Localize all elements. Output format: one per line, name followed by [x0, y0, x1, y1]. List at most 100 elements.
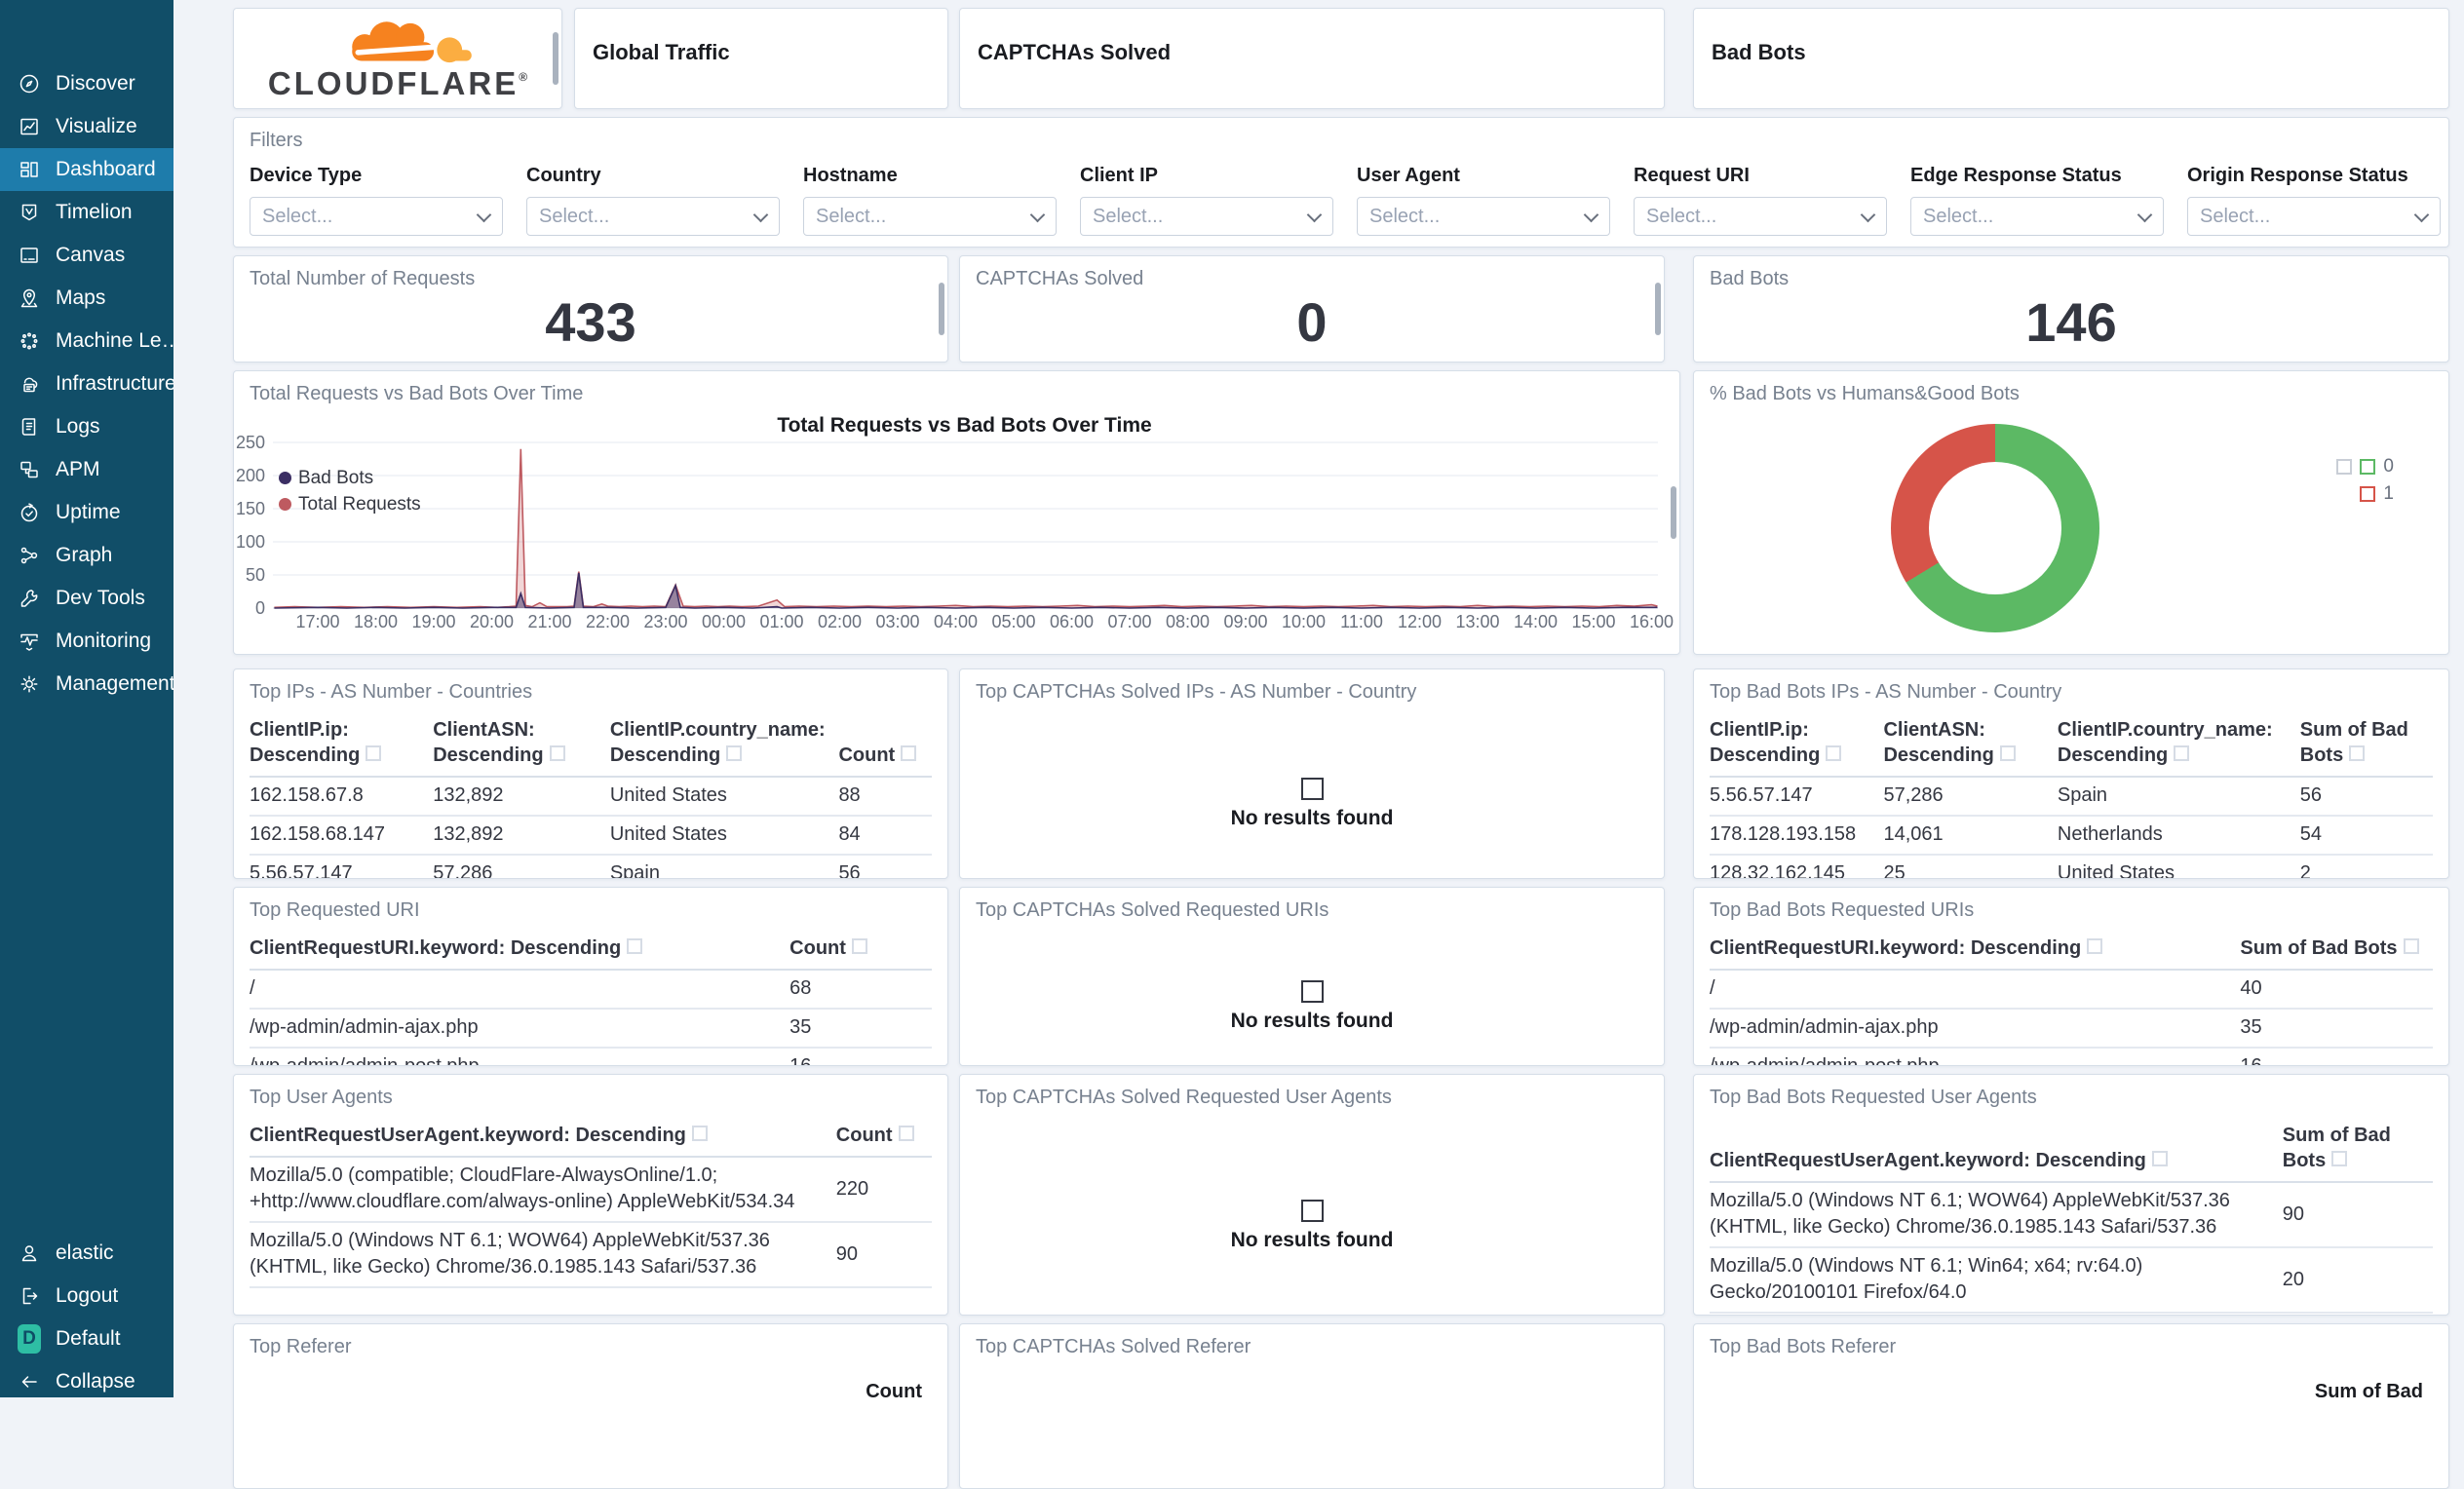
cloudflare-cloud-icon: [352, 20, 472, 62]
column-header[interactable]: Sum of Bad Bots: [2299, 717, 2433, 778]
sidebar-item-timelion[interactable]: Timelion: [0, 191, 173, 234]
column-header[interactable]: ClientASN: Descending: [1883, 717, 2058, 778]
sort-icon[interactable]: [2174, 745, 2190, 761]
hostname-filter-select[interactable]: Select...: [803, 197, 1057, 236]
column-header[interactable]: Count: [789, 935, 932, 971]
table-cell: 90: [835, 1222, 932, 1288]
sidebar-item-apm[interactable]: APM: [0, 448, 173, 491]
sidebar-item-dev-tools[interactable]: Dev Tools: [0, 577, 173, 620]
filter-controls: Device Type Select... Country Select... Host…: [250, 165, 2448, 236]
column-header[interactable]: ClientRequestUserAgent.keyword: Descendi…: [1710, 1123, 2283, 1183]
sort-icon[interactable]: [549, 745, 565, 761]
column-header[interactable]: Sum of Bad: [2315, 1381, 2423, 1403]
column-header[interactable]: ClientRequestURI.keyword: Descending: [250, 935, 790, 971]
sidebar-item-visualize[interactable]: Visualize: [0, 105, 173, 148]
sidebar-item-infrastructure[interactable]: Infrastructure: [0, 363, 173, 405]
sidebar-item-machine-le[interactable]: Machine Le…: [0, 320, 173, 363]
column-header[interactable]: ClientRequestUserAgent.keyword: Descendi…: [250, 1123, 836, 1158]
column-header[interactable]: ClientASN: Descending: [433, 717, 610, 778]
select-placeholder: Select...: [1093, 206, 1164, 227]
legend-item-total-requests[interactable]: Total Requests: [279, 491, 421, 517]
legend-label: Total Requests: [298, 493, 421, 515]
column-header[interactable]: Sum of Bad Bots: [2240, 935, 2433, 971]
sidebar-item-label: Machine Le…: [56, 329, 173, 352]
edge-response-status-filter-select[interactable]: Select...: [1910, 197, 2164, 236]
sidebar-item-default[interactable]: D Default: [0, 1317, 173, 1360]
sidebar-item-label: Infrastructure: [56, 372, 173, 395]
panel-title: Top Bad Bots Requested URIs: [1710, 899, 1975, 921]
sidebar-item-collapse[interactable]: Collapse: [0, 1360, 173, 1403]
sidebar-item-logout[interactable]: Logout: [0, 1275, 173, 1317]
sort-icon[interactable]: [2087, 938, 2103, 954]
select-placeholder: Select...: [1369, 206, 1441, 227]
legend-filter-icon[interactable]: [2336, 459, 2353, 475]
panel-top-badbot-ips: Top Bad Bots IPs - AS Number - Country C…: [1693, 668, 2449, 879]
sort-icon[interactable]: [851, 938, 867, 954]
sidebar-item-uptime[interactable]: Uptime: [0, 491, 173, 534]
panel-scrollbar[interactable]: [939, 283, 944, 335]
sidebar-item-graph[interactable]: Graph: [0, 534, 173, 577]
svg-text:09:00: 09:00: [1223, 612, 1267, 631]
legend-item-1[interactable]: 1: [2336, 480, 2394, 508]
table-row: /wp-admin/admin-ajax.php 35: [250, 1009, 932, 1049]
panel-scrollbar[interactable]: [553, 32, 558, 85]
panel-scrollbar[interactable]: [1671, 486, 1676, 539]
country-filter-select[interactable]: Select...: [526, 197, 780, 236]
table-cell: 132,892: [433, 816, 610, 856]
sidebar-item-logs[interactable]: Logs: [0, 405, 173, 448]
table-cell: 178.128.193.158: [1710, 816, 1884, 856]
user-agent-filter-select[interactable]: Select...: [1357, 197, 1610, 236]
sidebar-item-elastic[interactable]: elastic: [0, 1232, 173, 1275]
sort-icon[interactable]: [1826, 745, 1842, 761]
sidebar-item-label: Visualize: [56, 115, 137, 137]
sidebar-item-canvas[interactable]: Canvas: [0, 234, 173, 277]
column-header[interactable]: ClientRequestURI.keyword: Descending: [1710, 935, 2241, 971]
table-cell: 162.158.68.147: [250, 816, 434, 856]
sort-icon[interactable]: [726, 745, 743, 761]
client-ip-filter-select[interactable]: Select...: [1080, 197, 1333, 236]
sidebar-item-discover[interactable]: Discover: [0, 62, 173, 105]
column-header[interactable]: ClientIP.country_name: Descending: [2057, 717, 2300, 778]
panel-top-ips: Top IPs - AS Number - Countries ClientIP…: [233, 668, 948, 879]
sort-icon[interactable]: [1999, 745, 2016, 761]
table-cell: /wp-admin/admin-post.php: [1710, 1048, 2241, 1065]
column-header[interactable]: ClientIP.ip: Descending: [250, 717, 434, 778]
request-uri-filter-select[interactable]: Select...: [1634, 197, 1887, 236]
legend-item-bad-bots[interactable]: Bad Bots: [279, 465, 421, 491]
column-header[interactable]: Sum of Bad Bots: [2282, 1123, 2433, 1183]
table-cell: 56: [2299, 777, 2433, 817]
column-header[interactable]: Count: [835, 1123, 932, 1158]
sort-icon[interactable]: [366, 745, 382, 761]
sort-icon[interactable]: [2331, 1151, 2348, 1166]
cloudflare-logo-panel: CLOUDFLARE®: [233, 8, 562, 109]
metric-bad-bots: Bad Bots 146: [1693, 255, 2449, 363]
legend-item-0[interactable]: 0: [2336, 453, 2394, 480]
panel-top-captcha-referer: Top CAPTCHAs Solved Referer: [959, 1323, 1665, 1489]
sidebar-item-dashboard[interactable]: Dashboard: [0, 148, 173, 191]
column-header[interactable]: Count: [866, 1381, 922, 1403]
apm-icon: [18, 458, 41, 481]
panel-title: Top Bad Bots Requested User Agents: [1710, 1087, 2037, 1108]
sort-icon[interactable]: [691, 1126, 708, 1141]
column-header[interactable]: ClientIP.ip: Descending: [1710, 717, 1884, 778]
donut-legend: 01: [2336, 453, 2394, 508]
column-header[interactable]: ClientIP.country_name: Descending: [609, 717, 839, 778]
sort-icon[interactable]: [627, 938, 643, 954]
origin-response-status-filter-select[interactable]: Select...: [2187, 197, 2441, 236]
device-type-filter-select[interactable]: Select...: [250, 197, 503, 236]
sort-icon[interactable]: [2349, 745, 2366, 761]
panel-title: Top Referer: [250, 1336, 352, 1357]
sidebar-item-management[interactable]: Management: [0, 663, 173, 706]
sort-icon[interactable]: [2151, 1151, 2168, 1166]
column-header[interactable]: Count: [838, 717, 932, 778]
panel-scrollbar[interactable]: [1655, 283, 1661, 335]
sidebar-item-monitoring[interactable]: Monitoring: [0, 620, 173, 663]
metric-value: 433: [545, 291, 636, 353]
table-row: 162.158.68.147 132,892 United States 84: [250, 816, 932, 856]
sidebar-item-maps[interactable]: Maps: [0, 277, 173, 320]
sort-icon[interactable]: [2403, 938, 2419, 954]
management-icon: [18, 672, 41, 696]
sort-icon[interactable]: [898, 1126, 914, 1141]
chevron-down-icon: [2413, 207, 2430, 223]
sort-icon[interactable]: [901, 745, 917, 761]
